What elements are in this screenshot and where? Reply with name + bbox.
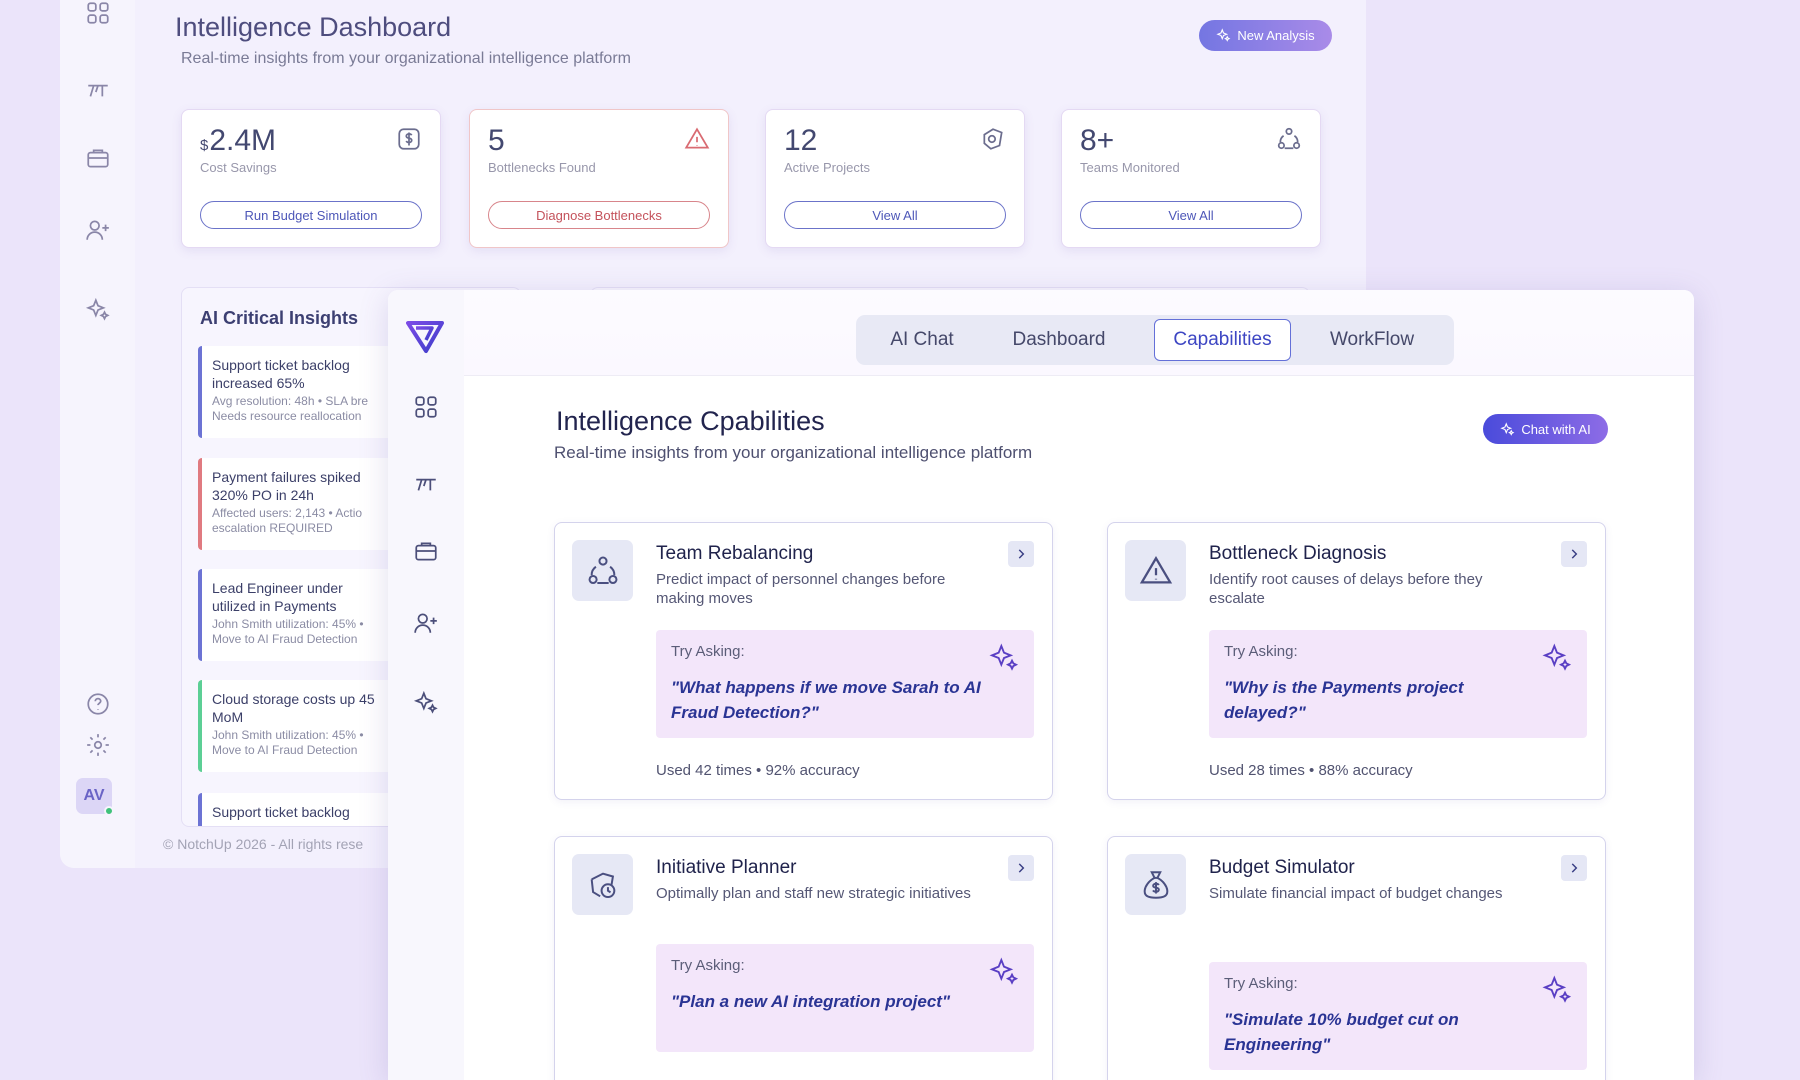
tab-bar: AI Chat Dashboard Capabilities WorkFlow [856,315,1454,365]
example-question: "Why is the Payments project delayed?" [1224,678,1464,722]
card-description: Optimally plan and staff new strategic i… [656,885,971,902]
tab-capabilities[interactable]: Capabilities [1154,319,1291,361]
capabilities-title: Intelligence Cpabilities [556,406,825,436]
usage-stats: Used 42 times • 92% accuracy [656,762,860,779]
card-title: Bottleneck Diagnosis [1209,543,1387,564]
example-question: "Plan a new AI integration project" [671,992,951,1011]
back-sidebar: AV [60,0,135,868]
capability-card-bottleneck-diagnosis[interactable]: Bottleneck Diagnosis Identify root cause… [1107,522,1606,800]
pi-icon[interactable] [413,472,439,498]
stat-label: Teams Monitored [1080,160,1180,175]
stat-card-active-projects: 12 Active Projects View All [765,109,1025,248]
chat-with-ai-button[interactable]: Chat with AI [1483,414,1608,444]
capability-card-team-rebalancing[interactable]: Team Rebalancing Predict impact of perso… [554,522,1053,800]
new-analysis-label: New Analysis [1237,28,1315,43]
stat-value: $2.4M [200,124,276,158]
tab-dashboard[interactable]: Dashboard [996,319,1122,361]
sparkle-icon [1216,28,1231,42]
stat-value: 8+ [1080,124,1115,157]
stat-label: Active Projects [784,160,870,175]
avatar-initials: AV [83,787,105,804]
view-all-teams-button[interactable]: View All [1080,201,1302,229]
stat-card-cost-savings: $2.4M Cost Savings Run Budget Simulation [181,109,441,248]
briefcase-icon[interactable] [413,538,439,564]
card-description: Simulate financial impact of budget chan… [1209,885,1503,902]
sparkle-icon [988,956,1020,988]
usage-stats: Used 28 times • 88% accuracy [1209,762,1413,779]
try-asking-box[interactable]: Try Asking: "Simulate 10% budget cut on … [1209,962,1587,1070]
sparkle-icon [1500,421,1515,436]
logo-icon[interactable] [406,320,444,354]
new-analysis-button[interactable]: New Analysis [1199,20,1332,51]
tab-workflow[interactable]: WorkFlow [1310,319,1434,361]
card-description: Identify root causes of delays before th… [1209,571,1483,607]
projects-icon [980,126,1006,152]
sparkle-icon [1541,642,1573,674]
try-asking-label: Try Asking: [671,643,745,660]
pi-icon[interactable] [85,78,111,104]
capabilities-subtitle: Real-time insights from your organizatio… [554,443,1033,462]
capabilities-window: AI Chat Dashboard Capabilities WorkFlow … [388,290,1694,1080]
top-bar: AI Chat Dashboard Capabilities WorkFlow [464,290,1694,376]
stat-label: Bottlenecks Found [488,160,596,175]
card-title: Team Rebalancing [656,543,814,564]
card-description: Predict impact of personnel changes befo… [656,571,946,607]
sparkle-icon[interactable] [85,297,111,323]
page-title: Intelligence Dashboard [175,12,452,42]
insights-title: AI Critical Insights [200,308,359,328]
add-user-icon[interactable] [85,217,111,243]
example-question: "What happens if we move Sarah to AI Fra… [671,678,981,722]
try-asking-label: Try Asking: [671,957,745,974]
stat-value: 5 [488,124,505,157]
briefcase-icon[interactable] [85,145,111,171]
card-title: Initiative Planner [656,857,797,878]
stat-card-teams-monitored: 8+ Teams Monitored View All [1061,109,1321,248]
try-asking-box[interactable]: Try Asking: "Plan a new AI integration p… [656,944,1034,1052]
diagnose-bottlenecks-button[interactable]: Diagnose Bottlenecks [488,201,710,229]
try-asking-label: Try Asking: [1224,975,1298,992]
planner-icon [572,854,633,915]
chevron-right-icon[interactable] [1561,855,1587,881]
help-icon[interactable] [85,691,111,717]
stat-card-bottlenecks: 5 Bottlenecks Found Diagnose Bottlenecks [469,109,729,248]
page-subtitle: Real-time insights from your organizatio… [181,50,631,67]
view-all-projects-button[interactable]: View All [784,201,1006,229]
stat-number: 2.4M [209,124,277,157]
run-budget-simulation-button[interactable]: Run Budget Simulation [200,201,422,229]
front-sidebar [388,290,464,1080]
grid-icon[interactable] [85,0,111,26]
add-user-icon[interactable] [413,610,439,636]
dollar-icon [396,126,422,152]
chevron-right-icon[interactable] [1008,541,1034,567]
chevron-right-icon[interactable] [1561,541,1587,567]
warning-icon [1125,540,1186,601]
online-status-dot [104,806,114,816]
grid-icon[interactable] [413,394,439,420]
try-asking-label: Try Asking: [1224,643,1298,660]
stat-value: 12 [784,124,818,157]
chat-with-ai-label: Chat with AI [1521,421,1591,437]
warning-icon [684,126,710,152]
team-cycle-icon [572,540,633,601]
sparkle-icon [1541,974,1573,1006]
footer-copyright: © NotchUp 2026 - All rights rese [163,836,364,852]
stat-label: Cost Savings [200,160,277,175]
capability-card-initiative-planner[interactable]: Initiative Planner Optimally plan and st… [554,836,1053,1080]
avatar[interactable]: AV [76,778,114,816]
try-asking-box[interactable]: Try Asking: "Why is the Payments project… [1209,630,1587,738]
sparkle-icon[interactable] [413,690,439,716]
currency-symbol: $ [200,137,209,154]
money-bag-icon [1125,854,1186,915]
tab-ai-chat[interactable]: AI Chat [872,319,972,361]
try-asking-box[interactable]: Try Asking: "What happens if we move Sar… [656,630,1034,738]
card-title: Budget Simulator [1209,857,1355,878]
chevron-right-icon[interactable] [1008,855,1034,881]
capability-card-budget-simulator[interactable]: Budget Simulator Simulate financial impa… [1107,836,1606,1080]
gear-icon[interactable] [85,732,111,758]
teams-icon [1276,126,1302,152]
sparkle-icon [988,642,1020,674]
example-question: "Simulate 10% budget cut on Engineering" [1224,1010,1459,1054]
